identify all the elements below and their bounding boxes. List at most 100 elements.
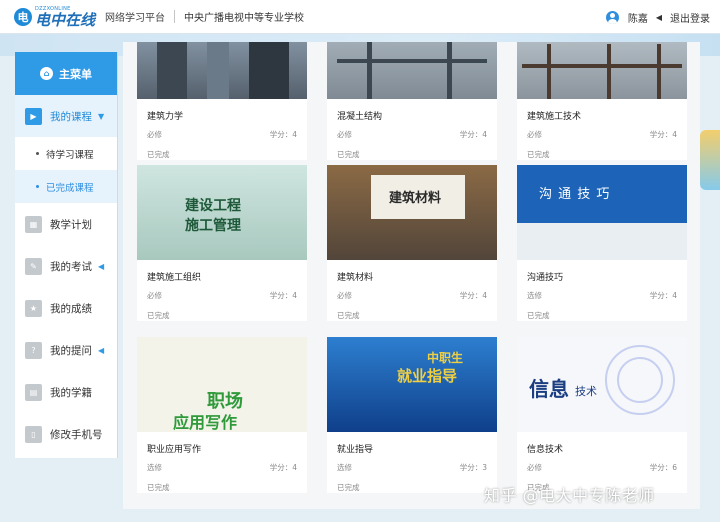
course-type: 选修 <box>147 463 162 472</box>
course-credit: 学分：4 <box>459 291 487 300</box>
logo-icon: 电 <box>14 7 32 26</box>
course-credit: 学分：4 <box>269 291 297 300</box>
course-cover <box>517 42 687 99</box>
logout-arrow-icon: ◀ <box>655 12 662 22</box>
student-record-icon: ▤ <box>25 383 42 401</box>
course-status: 已完成 <box>147 311 170 320</box>
phone-icon: ▯ <box>25 425 42 443</box>
course-status: 已完成 <box>527 150 550 159</box>
sidebar-subitem-pending-courses[interactable]: 待学习课程 <box>15 137 117 170</box>
cover-title: 应用写作 <box>173 413 238 432</box>
cover-title: 建筑材料 <box>389 191 442 206</box>
course-type: 选修 <box>527 291 542 300</box>
sidebar-item-label: 修改手机号 <box>50 428 103 441</box>
course-cover: 中职生 就业指导 <box>327 337 497 432</box>
sidebar-item-label: 待学习课程 <box>46 149 94 161</box>
cover-title: 技术 <box>575 385 597 398</box>
sidebar-item-my-scores[interactable]: ★ 我的成绩 <box>15 287 117 329</box>
sidebar-item-label: 我的学籍 <box>50 386 92 399</box>
course-title: 建筑材料 <box>337 273 374 283</box>
course-type: 选修 <box>337 463 352 472</box>
course-card[interactable]: 职场 应用写作 职业应用写作 选修 学分：4 已完成 <box>137 337 307 493</box>
course-credit: 学分：4 <box>649 291 677 300</box>
sidebar-item-label: 已完成课程 <box>46 182 94 194</box>
course-cover: 建设工程 施工管理 <box>137 165 307 260</box>
sidebar-item-label: 我的考试 <box>50 260 92 273</box>
course-card[interactable]: 混凝土结构 必修 学分：4 已完成 <box>327 42 497 160</box>
sidebar-item-my-exams[interactable]: ✎ 我的考试 ◀ <box>15 245 117 287</box>
course-title: 职业应用写作 <box>147 445 202 455</box>
play-icon: ▶ <box>25 107 42 125</box>
course-credit: 学分：4 <box>459 130 487 139</box>
calendar-icon: ▦ <box>25 215 42 233</box>
course-cover: 信息 技术 <box>517 337 687 432</box>
sidebar-item-change-phone[interactable]: ▯ 修改手机号 <box>15 413 117 455</box>
sidebar-item-teaching-plan[interactable]: ▦ 教学计划 <box>15 203 117 245</box>
sidebar-menu: ⌂ 主菜单 ▶ 我的课程 ▼ 待学习课程 已完成课程 ▦ 教学计划 ✎ 我的考试… <box>15 52 118 458</box>
exam-icon: ✎ <box>25 257 42 275</box>
header-divider <box>174 10 176 23</box>
course-status: 已完成 <box>147 150 170 159</box>
course-status: 已完成 <box>527 311 550 320</box>
user-avatar-icon <box>605 10 619 24</box>
course-status: 已完成 <box>147 483 170 492</box>
course-credit: 学分：3 <box>459 463 487 472</box>
cover-title: 中职生 <box>427 351 464 365</box>
course-card[interactable]: 中职生 就业指导 就业指导 选修 学分：3 已完成 <box>327 337 497 493</box>
course-type: 必修 <box>147 130 162 139</box>
cover-title: 施工管理 <box>185 218 241 234</box>
background-decoration <box>700 130 720 190</box>
course-status: 已完成 <box>337 150 360 159</box>
course-type: 必修 <box>527 463 542 472</box>
menu-header: ⌂ 主菜单 <box>15 52 117 95</box>
logout-link[interactable]: 退出登录 <box>670 10 710 25</box>
course-credit: 学分：6 <box>649 463 677 472</box>
sidebar-item-label: 我的课程 <box>50 110 92 123</box>
chevron-left-icon: ◀ <box>98 345 105 355</box>
cover-title: 沟 通 技 巧 <box>539 187 611 202</box>
course-title: 建筑施工组织 <box>147 273 202 283</box>
cover-title: 信息 <box>529 377 569 401</box>
top-header: 电 DZZXONLINE 电中在线 网络学习平台 中央广播电视中等专业学校 陈嘉… <box>0 0 720 34</box>
question-icon: ? <box>25 341 42 359</box>
sidebar-item-label: 教学计划 <box>50 218 92 231</box>
school-name: 中央广播电视中等专业学校 <box>184 13 305 24</box>
course-cover <box>137 42 307 99</box>
chevron-down-icon: ▼ <box>98 111 105 121</box>
course-title: 混凝土结构 <box>337 112 383 122</box>
sidebar-item-my-courses[interactable]: ▶ 我的课程 ▼ <box>15 95 117 137</box>
user-area: 陈嘉 ◀ 退出登录 <box>605 0 710 34</box>
cover-title: 建设工程 <box>185 198 241 214</box>
course-credit: 学分：4 <box>649 130 677 139</box>
course-card[interactable]: 沟 通 技 巧 沟通技巧 选修 学分：4 已完成 <box>517 165 687 321</box>
course-grid: 建筑力学 必修 学分：4 已完成 混凝土结构 必修 学分：4 已完成 建筑施工技术 … <box>123 42 700 509</box>
course-title: 就业指导 <box>337 445 374 455</box>
course-card[interactable]: 建筑施工技术 必修 学分：4 已完成 <box>517 42 687 160</box>
course-type: 必修 <box>337 291 352 300</box>
course-type: 必修 <box>527 130 542 139</box>
course-cover <box>327 42 497 99</box>
course-cover: 职场 应用写作 <box>137 337 307 432</box>
chevron-left-icon: ◀ <box>98 261 105 271</box>
sidebar-item-my-questions[interactable]: ? 我的提问 ◀ <box>15 329 117 371</box>
home-icon: ⌂ <box>40 67 53 80</box>
sidebar-item-student-record[interactable]: ▤ 我的学籍 <box>15 371 117 413</box>
site-logo[interactable]: 电 DZZXONLINE 电中在线 <box>14 6 95 28</box>
sidebar-item-label: 我的成绩 <box>50 302 92 315</box>
course-card[interactable]: 信息 技术 信息技术 必修 学分：6 已完成 <box>517 337 687 493</box>
course-title: 信息技术 <box>527 445 564 455</box>
course-card[interactable]: 建筑材料 建筑材料 必修 学分：4 已完成 <box>327 165 497 321</box>
platform-name: 网络学习平台 <box>105 13 166 24</box>
course-title: 沟通技巧 <box>527 273 564 283</box>
course-credit: 学分：4 <box>269 130 297 139</box>
course-status: 已完成 <box>337 483 360 492</box>
course-type: 必修 <box>147 291 162 300</box>
menu-title: 主菜单 <box>59 67 92 81</box>
course-title: 建筑施工技术 <box>527 112 582 122</box>
course-card[interactable]: 建筑力学 必修 学分：4 已完成 <box>137 42 307 160</box>
course-card[interactable]: 建设工程 施工管理 建筑施工组织 必修 学分：4 已完成 <box>137 165 307 321</box>
sidebar-subitem-completed-courses[interactable]: 已完成课程 <box>15 170 117 203</box>
watermark-text: 知乎 @电大中专陈老师 <box>484 486 655 505</box>
cover-title: 就业指导 <box>397 367 458 385</box>
username[interactable]: 陈嘉 <box>628 10 648 25</box>
